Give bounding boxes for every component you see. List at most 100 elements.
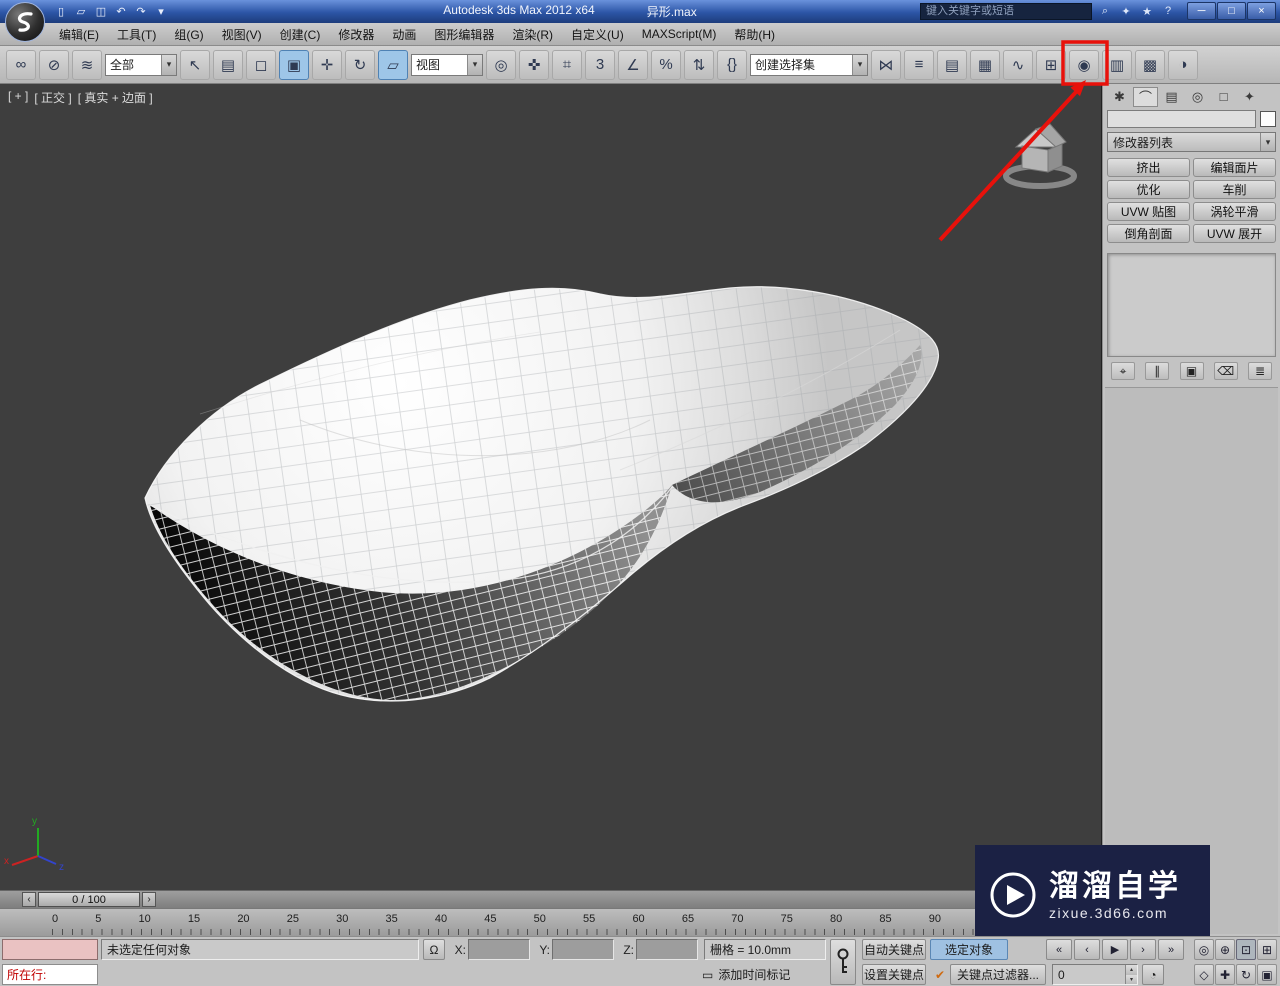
orbit-icon[interactable]: ↻ (1236, 964, 1256, 985)
optimize-button[interactable]: 优化 (1107, 180, 1190, 199)
key-filters-button[interactable]: 关键点过滤器... (950, 964, 1046, 985)
tab-hierarchy[interactable]: ▤ (1159, 87, 1184, 107)
window-crossing-toggle-icon[interactable]: ▣ (279, 50, 309, 80)
select-and-manipulate-icon[interactable]: ✜ (519, 50, 549, 80)
configure-modifier-sets-icon[interactable]: ≣ (1248, 362, 1272, 380)
frame-spinner[interactable]: ▴ ▾ (1125, 965, 1137, 984)
menu-tools[interactable]: 工具(T) (108, 23, 165, 46)
go-to-end-icon[interactable]: » (1158, 939, 1184, 960)
show-end-result-icon[interactable]: ∥ (1145, 362, 1169, 380)
auto-key-button[interactable]: 自动关键点 (862, 939, 926, 960)
close-button[interactable]: × (1247, 2, 1276, 20)
rectangular-selection-region-icon[interactable]: ◻ (246, 50, 276, 80)
keyboard-shortcut-override-icon[interactable]: ⌗ (552, 50, 582, 80)
select-and-link-icon[interactable]: ∞ (6, 50, 36, 80)
menu-views[interactable]: 视图(V) (213, 23, 271, 46)
turbosmooth-button[interactable]: 涡轮平滑 (1193, 202, 1276, 221)
maxscript-mini-listener-top[interactable] (2, 939, 98, 960)
previous-frame-icon[interactable]: ‹ (1074, 939, 1100, 960)
use-pivot-point-center-icon[interactable]: ◎ (486, 50, 516, 80)
viewcube-home-icon[interactable] (1006, 124, 1074, 186)
next-frame-icon[interactable]: › (1130, 939, 1156, 960)
tab-utilities[interactable]: ✦ (1237, 87, 1262, 107)
3dsmax-logo[interactable] (5, 2, 45, 42)
named-selection-sets-dropdown[interactable]: 创建选择集 ▾ (750, 54, 868, 76)
reference-coordinate-system-dropdown[interactable]: 视图 ▾ (411, 54, 483, 76)
minimize-button[interactable]: ─ (1187, 2, 1216, 20)
time-slider-track[interactable]: ‹ 0 / 100 › (0, 890, 1102, 908)
coord-z-field[interactable] (636, 939, 698, 960)
redo-icon[interactable]: ↷ (132, 3, 150, 20)
object-color-swatch[interactable] (1260, 111, 1276, 127)
coord-y-field[interactable] (552, 939, 614, 960)
menu-maxscript[interactable]: MAXScript(M) (633, 23, 726, 46)
search-icon[interactable]: ⌕ (1096, 3, 1114, 20)
spinner-down-icon[interactable]: ▾ (1126, 975, 1137, 985)
angle-snap-toggle-icon[interactable]: ∠ (618, 50, 648, 80)
viewport-menu-view[interactable]: [ 正交 ] (34, 89, 71, 106)
select-and-scale-icon[interactable]: ▱ (378, 50, 408, 80)
rendered-frame-window-icon[interactable]: ▩ (1135, 50, 1165, 80)
maximize-viewport-toggle-icon[interactable]: ▣ (1257, 964, 1277, 985)
menu-customize[interactable]: 自定义(U) (562, 23, 633, 46)
selection-filter-dropdown[interactable]: 全部 ▾ (105, 54, 177, 76)
remove-modifier-icon[interactable]: ⌫ (1214, 362, 1238, 380)
align-icon[interactable]: ≡ (904, 50, 934, 80)
select-object-icon[interactable]: ↖ (180, 50, 210, 80)
menu-modifiers[interactable]: 修改器 (329, 23, 383, 46)
help-icon[interactable]: ? (1159, 3, 1177, 20)
material-editor-icon[interactable]: ◉ (1069, 50, 1099, 80)
quick-access-dropdown-icon[interactable]: ▾ (152, 3, 170, 20)
edit-patch-button[interactable]: 编辑面片 (1193, 158, 1276, 177)
uvw-map-button[interactable]: UVW 贴图 (1107, 202, 1190, 221)
menu-rendering[interactable]: 渲染(R) (503, 23, 562, 46)
pin-stack-icon[interactable]: ⌖ (1111, 362, 1135, 380)
selection-lock-toggle-icon[interactable]: Ω (423, 939, 445, 960)
menu-edit[interactable]: 编辑(E) (50, 23, 108, 46)
lathe-button[interactable]: 车削 (1193, 180, 1276, 199)
coord-x-field[interactable] (468, 939, 530, 960)
current-frame-field[interactable]: 0 ▴ ▾ (1052, 964, 1138, 985)
time-configuration-icon[interactable]: ◔ (1142, 964, 1164, 985)
zoom-region-icon[interactable]: ◇ (1194, 964, 1214, 985)
maximize-button[interactable]: □ (1217, 2, 1246, 20)
zoom-icon[interactable]: ◎ (1194, 939, 1214, 960)
schematic-view-icon[interactable]: ⊞ (1036, 50, 1066, 80)
infocenter-search-input[interactable] (920, 3, 1092, 20)
selected-objects-key-mode-button[interactable]: 选定对象 (930, 939, 1008, 960)
render-production-icon[interactable]: ◑ (1168, 50, 1198, 80)
menu-create[interactable]: 创建(C) (271, 23, 330, 46)
modifier-list-dropdown[interactable]: 修改器列表 ▾ (1107, 132, 1276, 152)
zoom-all-icon[interactable]: ⊕ (1215, 939, 1235, 960)
viewport-menu-plus[interactable]: [ + ] (8, 89, 28, 106)
play-animation-icon[interactable]: ▶ (1102, 939, 1128, 960)
select-and-move-icon[interactable]: ✛ (312, 50, 342, 80)
layer-manager-icon[interactable]: ▤ (937, 50, 967, 80)
extrude-button[interactable]: 挤出 (1107, 158, 1190, 177)
spinner-snap-toggle-icon[interactable]: ⇅ (684, 50, 714, 80)
tab-motion[interactable]: ◎ (1185, 87, 1210, 107)
graphite-modeling-tools-icon[interactable]: ▦ (970, 50, 1000, 80)
next-frame-slider-button[interactable]: › (142, 892, 156, 907)
set-key-button[interactable] (830, 939, 856, 985)
undo-icon[interactable]: ↶ (112, 3, 130, 20)
edit-named-selection-sets-icon[interactable]: {} (717, 50, 747, 80)
set-keys-button[interactable]: 设置关键点 (862, 964, 926, 985)
previous-frame-slider-button[interactable]: ‹ (22, 892, 36, 907)
unlink-selection-icon[interactable]: ⊘ (39, 50, 69, 80)
open-file-icon[interactable]: ▱ (72, 3, 90, 20)
go-to-start-icon[interactable]: « (1046, 939, 1072, 960)
time-slider-handle[interactable]: 0 / 100 (38, 892, 140, 907)
curve-editor-icon[interactable]: ∿ (1003, 50, 1033, 80)
percent-snap-toggle-icon[interactable]: % (651, 50, 681, 80)
menu-group[interactable]: 组(G) (165, 23, 212, 46)
menu-animation[interactable]: 动画 (383, 23, 425, 46)
track-bar[interactable]: 0510152025303540455055606570758085909510… (0, 908, 1102, 936)
render-setup-icon[interactable]: ▥ (1102, 50, 1132, 80)
menu-help[interactable]: 帮助(H) (725, 23, 784, 46)
make-unique-icon[interactable]: ▣ (1180, 362, 1204, 380)
uvw-unwrap-button[interactable]: UVW 展开 (1193, 224, 1276, 243)
perspective-viewport[interactable]: [ + ] [ 正交 ] [ 真实 + 边面 ] (0, 84, 1102, 890)
snaps-toggle-icon[interactable]: 3 (585, 50, 615, 80)
tab-display[interactable]: □ (1211, 87, 1236, 107)
